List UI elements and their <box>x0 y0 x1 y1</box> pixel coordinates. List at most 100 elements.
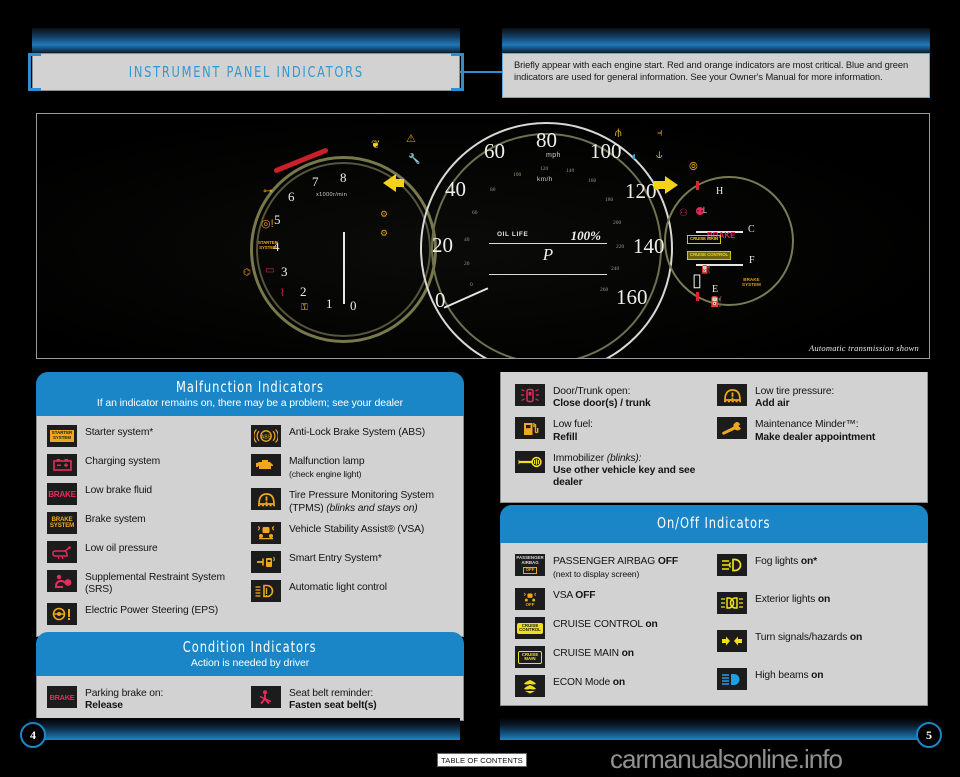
manual-page: INSTRUMENT PANEL INDICATORS Briefly appe… <box>0 0 960 777</box>
indicator-action-label: Fasten seat belt(s) <box>289 700 377 712</box>
indicator-row[interactable]: BRAKE Low brake fluid <box>47 483 251 505</box>
condition-right-column: Seat belt reminder: Fasten seat belt(s) <box>251 686 455 712</box>
indicator-row[interactable]: Low tire pressure: Add air <box>717 384 919 410</box>
indicator-label: PASSENGER AIRBAG OFF (next to display sc… <box>553 554 678 581</box>
indicator-em-label: (blinks): <box>606 452 642 464</box>
indicator-row[interactable]: Vehicle Stability Assist® (VSA) <box>251 521 455 544</box>
indicator-row[interactable]: Electric Power Steering (EPS) <box>47 603 251 626</box>
cluster-door-open-icon: ▯ <box>692 270 702 290</box>
indicator-row[interactable]: Tire Pressure Monitoring System (TPMS) (… <box>251 488 455 514</box>
cluster-abs-icon: ⦾ <box>689 161 698 173</box>
indicator-row[interactable]: Maintenance Minder™: Make dealer appoint… <box>717 417 919 443</box>
fuel-empty-mark <box>696 292 699 301</box>
footer-gradient-bar-left <box>28 718 460 740</box>
indicator-row[interactable]: PASSENGER AIRBAG OFF PASSENGER AIRBAG OFF… <box>515 554 717 581</box>
indicator-label: CRUISE MAIN on <box>553 646 634 660</box>
cluster-left-turn-arrow-tail <box>394 179 404 187</box>
malfunction-left-column: STARTER SYSTEM Starter system* Charging s… <box>47 425 251 632</box>
tach-number-0: 0 <box>350 298 357 313</box>
tachometer-gauge: 8 7 6 5 4 3 2 1 0 x1000r/min <box>250 147 437 343</box>
indicator-label: Charging system <box>85 456 161 467</box>
cluster-smart-entry-icon: ⊶ <box>263 186 273 197</box>
malfunction-indicators-card: Malfunction Indicators If an indicator r… <box>36 372 464 638</box>
condition-card-header: Condition Indicators Action is needed by… <box>36 632 464 676</box>
indicator-main-label: Fog lights <box>755 556 801 567</box>
fuel-full-label: F <box>749 255 755 266</box>
indicator-row[interactable]: Door/Trunk open: Close door(s) / trunk <box>515 384 717 410</box>
indicator-row[interactable]: Low fuel: Refill <box>515 417 717 443</box>
indicator-row[interactable]: ABS Anti-Lock Brake System (ABS) <box>251 425 455 447</box>
cluster-washer-icon: ⛽ <box>701 265 711 274</box>
tach-number-7: 7 <box>312 174 319 189</box>
onoff-right-column: Fog lights on* Exterior lights on Turn s… <box>717 554 919 697</box>
onoff-indicators-card: On/Off Indicators PASSENGER AIRBAG OFF PA… <box>500 505 928 707</box>
vsa-icon <box>251 521 281 544</box>
brake-system-icon: BRAKE SYSTEM <box>47 512 77 534</box>
instrument-cluster-photo: 8 7 6 5 4 3 2 1 0 x1000r/min 80 60 40 20… <box>36 113 930 359</box>
indicator-row[interactable]: Exterior lights on <box>717 592 919 614</box>
tach-needle <box>343 232 345 304</box>
table-of-contents-button[interactable]: TABLE OF CONTENTS <box>437 753 527 767</box>
cluster-tpms-icon: ⚠ <box>406 133 416 145</box>
indicator-main-label: Low tire pressure: <box>755 386 835 397</box>
indicator-bold-label: on* <box>800 556 817 567</box>
indicator-label: Maintenance Minder™: Make dealer appoint… <box>755 417 875 443</box>
speed-number-140: 140 <box>633 234 665 258</box>
speed-number-160: 160 <box>616 285 648 309</box>
onoff-card-body: PASSENGER AIRBAG OFF PASSENGER AIRBAG OFF… <box>500 543 928 707</box>
indicator-bold-label: on <box>612 677 626 689</box>
indicator-row[interactable]: Seat belt reminder: Fasten seat belt(s) <box>251 686 455 712</box>
svg-text:ABS: ABS <box>261 434 272 440</box>
indicator-label: Turn signals/hazards on <box>755 630 862 644</box>
low-fuel-icon <box>515 417 545 440</box>
indicator-row[interactable]: Smart Entry System* <box>251 550 455 573</box>
door-trunk-open-icon <box>515 384 545 406</box>
kmh-0: 0 <box>470 282 473 288</box>
indicator-label: VSA OFF <box>553 588 596 602</box>
cluster-right-turn-arrow <box>665 176 678 194</box>
info-right-column: Low tire pressure: Add air Maintenance M… <box>717 384 919 496</box>
immobilizer-icon <box>515 450 545 473</box>
indicator-row[interactable]: High beams on <box>717 668 919 690</box>
speed-number-120: 120 <box>625 179 657 203</box>
info-left-column: Door/Trunk open: Close door(s) / trunk L… <box>515 384 717 496</box>
indicator-main-label: High beams <box>755 670 812 681</box>
indicator-row[interactable]: Fog lights on* <box>717 554 919 576</box>
indicator-row[interactable]: Turn signals/hazards on <box>717 630 919 652</box>
kmh-80: 80 <box>490 187 496 193</box>
page-title: INSTRUMENT PANEL INDICATORS <box>128 63 364 81</box>
indicator-row[interactable]: Automatic light control <box>251 579 455 602</box>
kmh-220: 220 <box>616 244 625 250</box>
indicator-row[interactable]: Immobilizer (blinks): Use other vehicle … <box>515 450 717 490</box>
multi-information-display: OIL LIFE 100% P <box>489 228 607 281</box>
indicator-row[interactable]: CRUISE MAIN CRUISE MAIN on <box>515 646 717 669</box>
indicator-row[interactable]: BRAKE Parking brake on: Release <box>47 686 251 712</box>
malfunction-card-header: Malfunction Indicators If an indicator r… <box>36 372 464 416</box>
indicator-row[interactable]: BRAKE SYSTEM Brake system <box>47 512 251 534</box>
indicator-row[interactable]: Low oil pressure <box>47 541 251 563</box>
bracket-left-decoration <box>28 53 41 91</box>
indicator-label: Seat belt reminder: Fasten seat belt(s) <box>289 686 377 712</box>
speed-number-0: 0 <box>435 288 446 312</box>
battery-charging-icon <box>47 454 77 476</box>
cluster-srs-icon: ⚉ <box>695 206 705 218</box>
indicator-row[interactable]: OFF VSA OFF <box>515 588 717 611</box>
indicator-em-label: (blinks and stays on) <box>326 502 418 514</box>
indicator-row[interactable]: Charging system <box>47 454 251 476</box>
cluster-cruise-control-badge: CRUISE CONTROL <box>687 251 732 260</box>
indicator-main-label: Turn signals/hazards <box>755 632 850 643</box>
indicator-row[interactable]: ECON Mode on <box>515 675 717 698</box>
econ-mode-icon <box>515 675 545 698</box>
indicator-row[interactable]: CRUISE CONTROL CRUISE CONTROL on <box>515 617 717 640</box>
maintenance-minder-icon <box>717 417 747 440</box>
page-number-right: 5 <box>916 722 942 748</box>
indicator-main-label: Malfunction lamp <box>289 456 365 467</box>
indicator-row[interactable]: Malfunction lamp (check engine light) <box>251 454 455 481</box>
indicator-bold-label: on <box>621 648 634 660</box>
indicator-row[interactable]: STARTER SYSTEM Starter system* <box>47 425 251 447</box>
condition-indicators-card: Condition Indicators Action is needed by… <box>36 632 464 722</box>
indicator-label: Low tire pressure: Add air <box>755 384 834 410</box>
intro-callout: Briefly appear with each engine start. R… <box>502 53 930 98</box>
indicator-row[interactable]: Supplemental Restraint System (SRS) <box>47 570 251 596</box>
page-number-left: 4 <box>20 722 46 748</box>
